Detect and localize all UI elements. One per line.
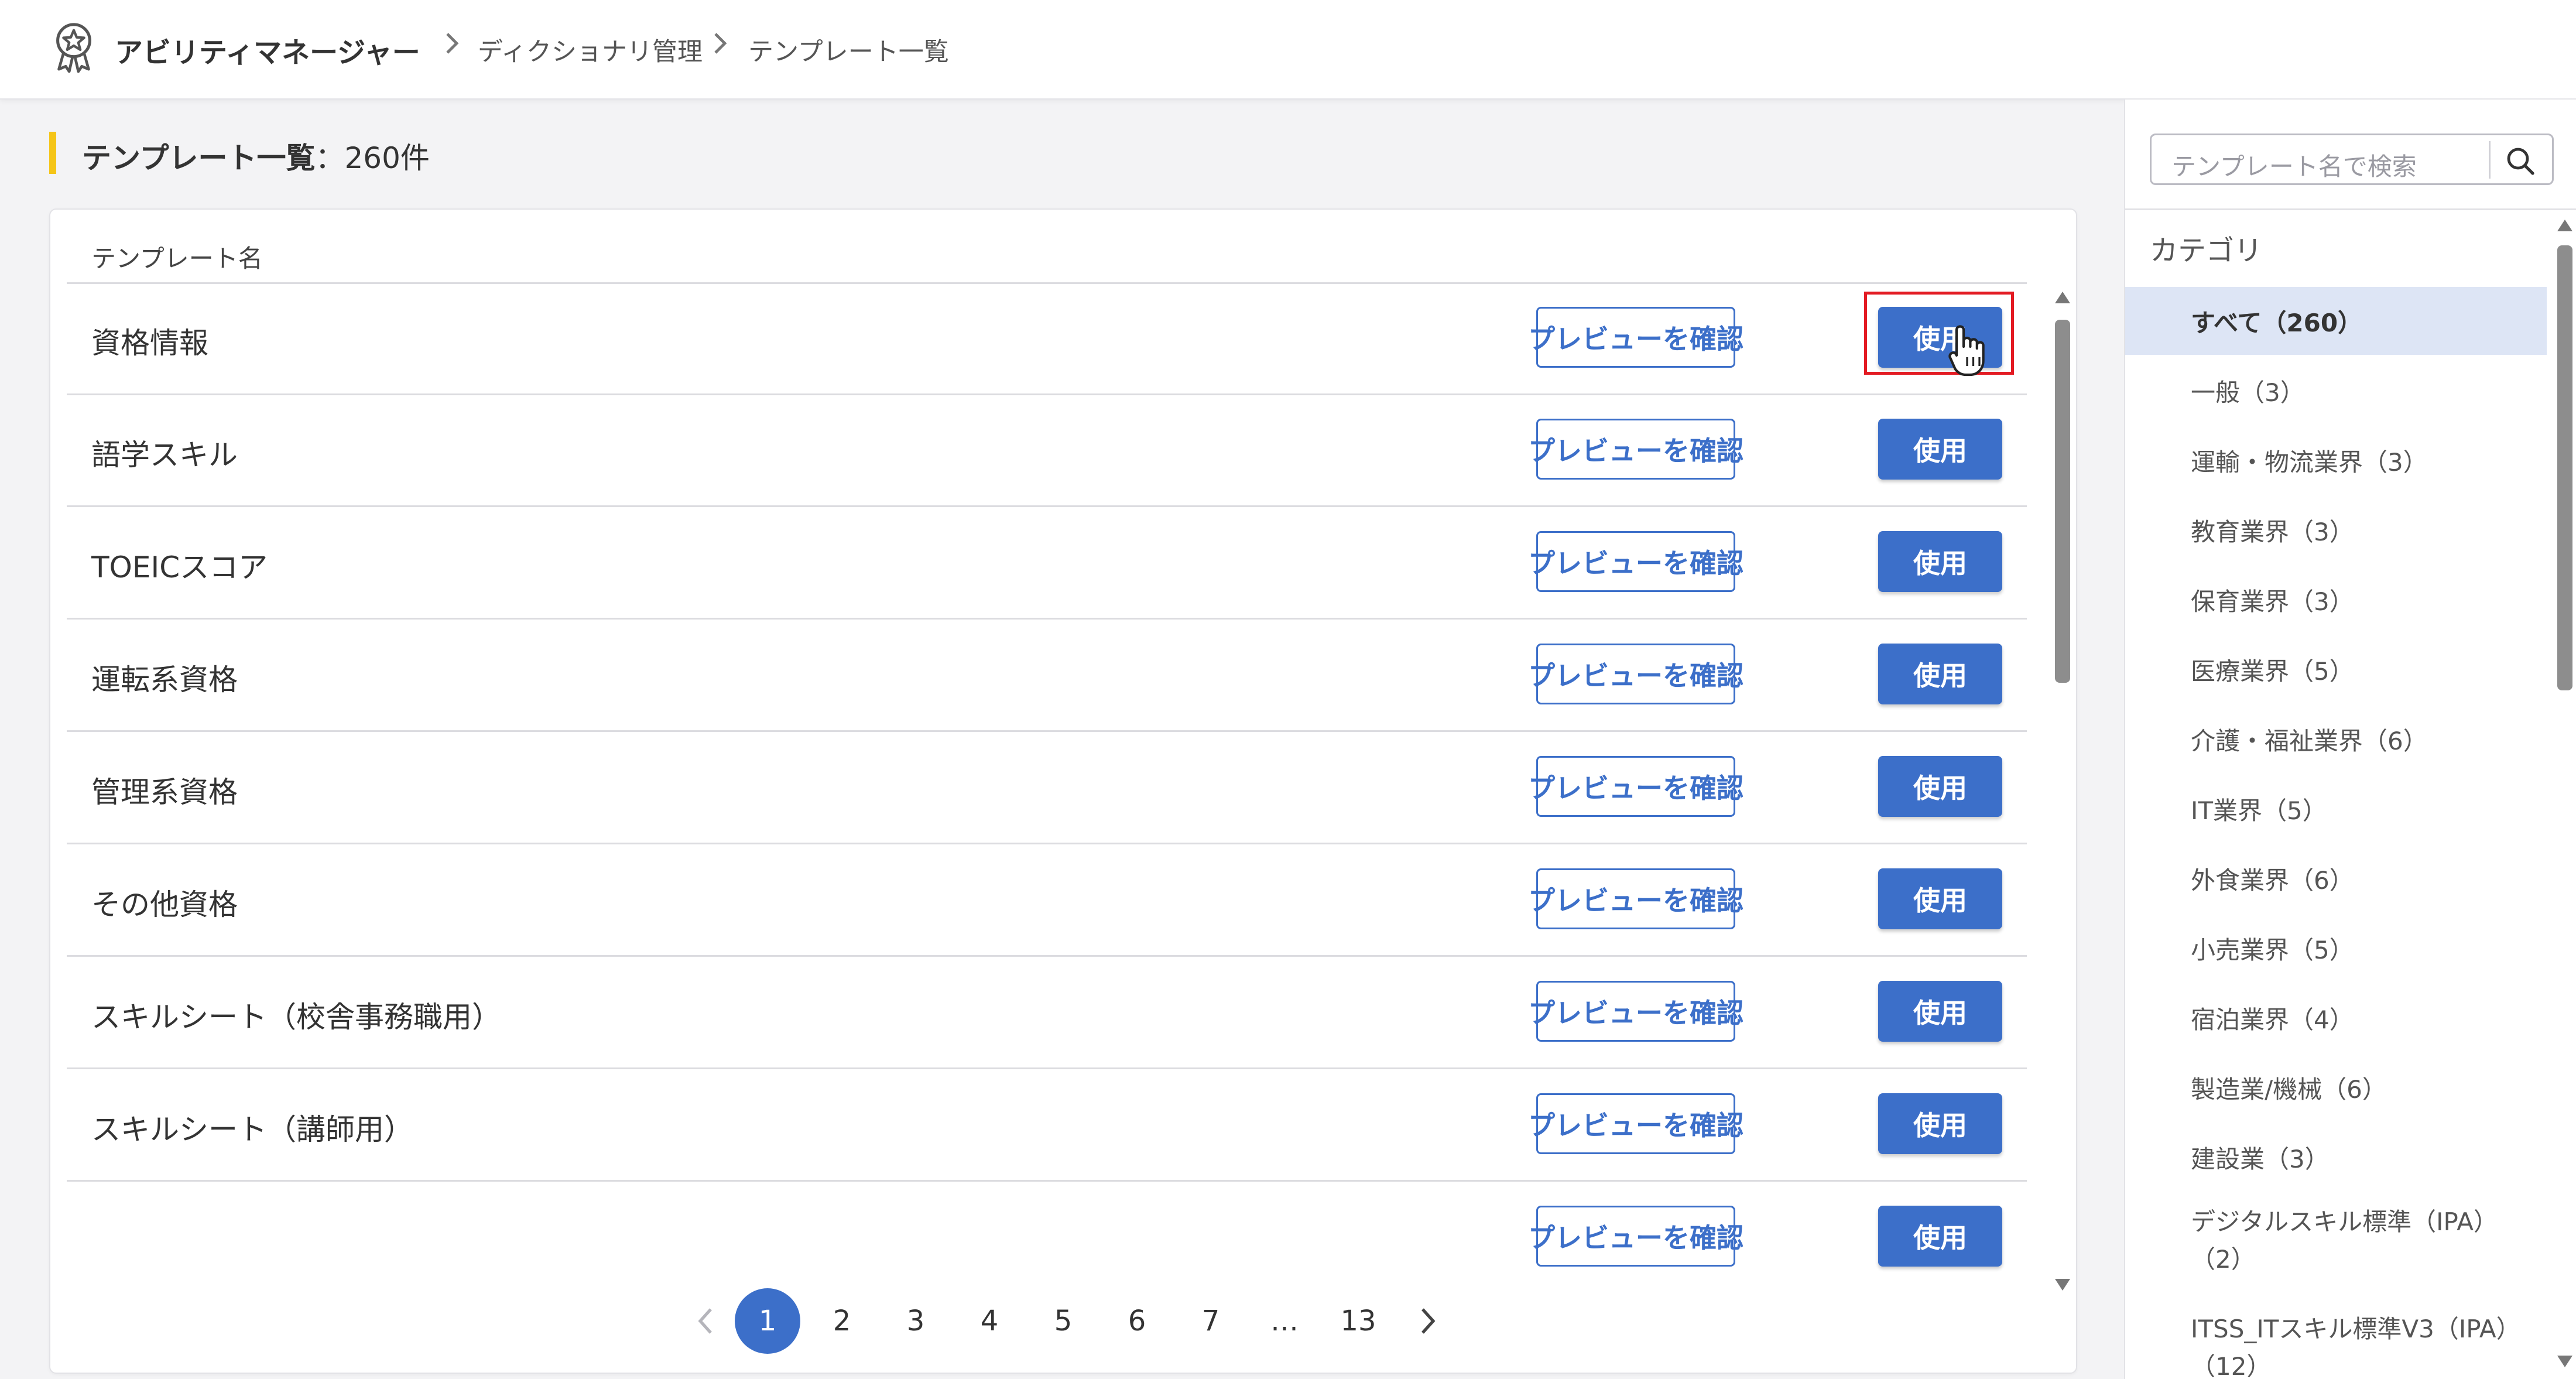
page-5-button[interactable]: 5: [1030, 1288, 1096, 1354]
use-button[interactable]: 使用: [1878, 1206, 2002, 1267]
use-button[interactable]: 使用: [1878, 1093, 2002, 1154]
table-row: プレビューを確認 使用: [67, 1181, 2027, 1292]
page-title-separator: ：: [315, 141, 345, 175]
use-button[interactable]: 使用: [1878, 981, 2002, 1042]
use-button[interactable]: 使用: [1878, 531, 2002, 592]
table-row: 資格情報 プレビューを確認 使用: [67, 282, 2027, 395]
category-title: カテゴリ: [2150, 234, 2263, 267]
search-placeholder: テンプレート名で検索: [2171, 152, 2417, 181]
page-title: テンプレート一覧：260件: [82, 135, 430, 177]
scroll-down-arrow-icon[interactable]: [2557, 1356, 2572, 1367]
table-row: スキルシート（校舎事務職用） プレビューを確認 使用: [67, 956, 2027, 1069]
template-table[interactable]: テンプレート名 資格情報 プレビューを確認 使用 語学スキル プレビューを確認 …: [67, 210, 2075, 1328]
page-7-button[interactable]: 7: [1178, 1288, 1244, 1354]
use-button[interactable]: 使用: [1878, 868, 2002, 929]
category-item-digital-skill[interactable]: デジタルスキル標準（IPA） （2）: [2125, 1193, 2547, 1292]
category-item-food-service[interactable]: 外食業界（6）: [2125, 844, 2547, 912]
category-item-general[interactable]: 一般（3）: [2125, 357, 2547, 425]
template-table-card: テンプレート名 資格情報 プレビューを確認 使用 語学スキル プレビューを確認 …: [49, 208, 2077, 1374]
template-name: 語学スキル: [91, 438, 238, 472]
category-item-retail[interactable]: 小売業界（5）: [2125, 914, 2547, 982]
sidebar-scrollbar[interactable]: [2553, 220, 2576, 1379]
heading-accent-bar: [49, 132, 56, 174]
table-row: TOEICスコア プレビューを確認 使用: [67, 507, 2027, 620]
preview-button[interactable]: プレビューを確認: [1528, 1093, 1743, 1154]
pagination-ellipsis: …: [1270, 1305, 1299, 1337]
template-name: その他資格: [91, 888, 238, 922]
prev-page-button[interactable]: [673, 1288, 739, 1354]
scroll-up-arrow-icon[interactable]: [2055, 292, 2070, 303]
category-item-medical[interactable]: 医療業界（5）: [2125, 635, 2547, 703]
category-item-all[interactable]: すべて（260）: [2125, 287, 2547, 355]
category-item-childcare[interactable]: 保育業界（3）: [2125, 566, 2547, 634]
page-6-button[interactable]: 6: [1104, 1288, 1170, 1354]
template-name: スキルシート（講師用）: [91, 1113, 413, 1147]
category-item-construction[interactable]: 建設業（3）: [2125, 1123, 2547, 1191]
template-name: 運転系資格: [91, 663, 238, 697]
preview-button[interactable]: プレビューを確認: [1528, 868, 1743, 929]
category-item-hospitality[interactable]: 宿泊業界（4）: [2125, 984, 2547, 1052]
table-row: スキルシート（講師用） プレビューを確認 使用: [67, 1069, 2027, 1182]
template-search-input[interactable]: テンプレート名で検索: [2150, 134, 2554, 185]
use-button[interactable]: 使用: [1878, 756, 2002, 817]
chevron-right-icon: [714, 33, 727, 54]
template-count: 260件: [344, 141, 430, 175]
category-list[interactable]: すべて（260） 一般（3） 運輸・物流業界（3） 教育業界（3） 保育業界（3…: [2125, 287, 2547, 1379]
sidebar-divider: [2125, 208, 2576, 210]
table-row: 管理系資格 プレビューを確認 使用: [67, 731, 2027, 844]
search-divider: [2489, 141, 2491, 179]
use-button[interactable]: 使用: [1878, 644, 2002, 704]
preview-button[interactable]: プレビューを確認: [1528, 981, 1743, 1042]
scroll-up-arrow-icon[interactable]: [2557, 220, 2572, 231]
template-name: 資格情報: [91, 326, 208, 360]
breadcrumb-dictionary[interactable]: ディクショナリ管理: [478, 32, 703, 68]
chevron-right-icon: [446, 33, 459, 54]
app-title[interactable]: アビリティマネージャー: [115, 29, 420, 70]
next-page-button[interactable]: [1395, 1288, 1460, 1354]
preview-button[interactable]: プレビューを確認: [1528, 419, 1743, 480]
preview-button[interactable]: プレビューを確認: [1528, 307, 1743, 368]
scroll-down-arrow-icon[interactable]: [2055, 1279, 2070, 1291]
category-item-logistics[interactable]: 運輸・物流業界（3）: [2125, 426, 2547, 494]
template-name: スキルシート（校舎事務職用）: [91, 1000, 501, 1034]
preview-button[interactable]: プレビューを確認: [1528, 644, 1743, 704]
search-icon[interactable]: [2504, 145, 2537, 177]
category-item-manufacturing[interactable]: 製造業/機械（6）: [2125, 1053, 2547, 1121]
table-header: テンプレート名: [67, 210, 2027, 284]
page-4-button[interactable]: 4: [957, 1288, 1022, 1354]
table-row: 運転系資格 プレビューを確認 使用: [67, 619, 2027, 732]
table-row: その他資格 プレビューを確認 使用: [67, 844, 2027, 957]
category-item-itss[interactable]: ITSS_ITスキル標準V3（IPA） （12）: [2125, 1300, 2547, 1379]
main-content: テンプレート一覧：260件 テンプレート名 資格情報 プレビューを確認 使用 語: [0, 100, 2124, 1379]
page-1-button[interactable]: 1: [735, 1288, 800, 1354]
table-scrollbar[interactable]: [2050, 292, 2074, 1291]
chevron-left-icon: [698, 1308, 712, 1334]
chevron-right-icon: [1421, 1308, 1436, 1334]
preview-button[interactable]: プレビューを確認: [1528, 531, 1743, 592]
template-name: TOEICスコア: [91, 550, 268, 584]
scrollbar-thumb[interactable]: [2055, 320, 2070, 683]
category-item-nursing-welfare[interactable]: 介護・福祉業界（6）: [2125, 705, 2547, 773]
top-bar: アビリティマネージャー ディクショナリ管理 テンプレート一覧: [0, 0, 2576, 100]
preview-button[interactable]: プレビューを確認: [1528, 1206, 1743, 1267]
column-header-template-name: テンプレート名: [91, 244, 263, 273]
breadcrumb-template-list: テンプレート一覧: [748, 37, 949, 67]
category-item-education[interactable]: 教育業界（3）: [2125, 496, 2547, 564]
page-3-button[interactable]: 3: [883, 1288, 948, 1354]
template-name: 管理系資格: [91, 775, 238, 809]
page-13-button[interactable]: 13: [1325, 1288, 1391, 1354]
hand-pointer-icon: [1948, 325, 1985, 377]
preview-button[interactable]: プレビューを確認: [1528, 756, 1743, 817]
scrollbar-thumb[interactable]: [2557, 245, 2572, 690]
category-item-it[interactable]: IT業界（5）: [2125, 775, 2547, 843]
award-badge-icon: [56, 23, 91, 73]
table-row: 語学スキル プレビューを確認 使用: [67, 394, 2027, 507]
category-sidebar: テンプレート名で検索 カテゴリ すべて（260） 一般（3） 運輸・物流業界（3…: [2124, 100, 2576, 1379]
page-2-button[interactable]: 2: [809, 1288, 875, 1354]
use-button[interactable]: 使用: [1878, 419, 2002, 480]
page-title-text: テンプレート一覧: [82, 141, 316, 175]
